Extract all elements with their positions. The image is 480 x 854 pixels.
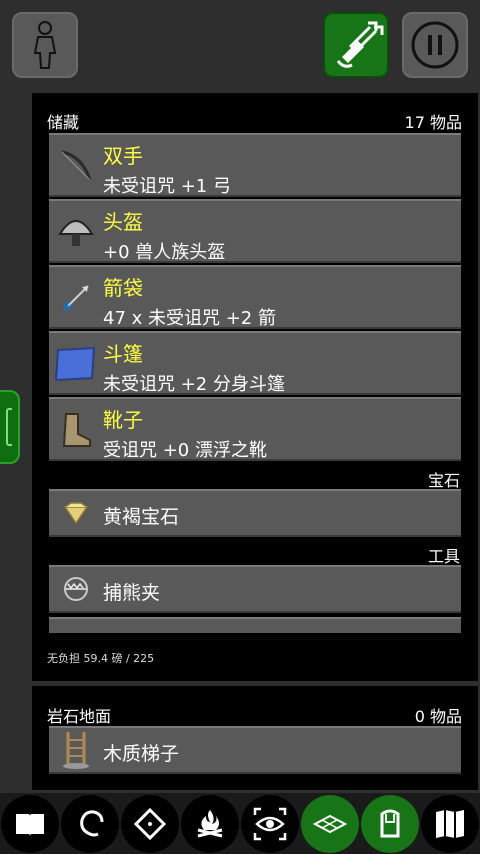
rune-icon: [134, 808, 166, 840]
pause-icon: [411, 21, 459, 69]
floor-icon: [313, 814, 347, 834]
slot-desc: 未受诅咒 +1 弓: [103, 176, 231, 197]
ground-item-name: 木质梯子: [103, 743, 180, 765]
ladder-icon: [53, 730, 99, 770]
map-button[interactable]: [421, 795, 479, 853]
rest-button[interactable]: [181, 795, 239, 853]
inventory-icon: [380, 809, 400, 838]
gem-item-row[interactable]: 黄褐宝石: [49, 489, 461, 537]
tool-item-name: 捕熊夹: [103, 582, 161, 604]
gem-section-header: 宝石: [427, 471, 460, 490]
ground-count: 0 物品: [414, 707, 462, 726]
slot-desc: 受诅咒 +0 漂浮之靴: [103, 440, 267, 461]
helmet-icon: [53, 209, 99, 255]
slot-desc: 未受诅咒 +2 分身斗篷: [103, 374, 285, 395]
arrow-icon: [53, 275, 99, 321]
equip-slot-hands[interactable]: 双手 未受诅咒 +1 弓: [49, 133, 461, 197]
inventory-header: 储藏: [47, 113, 80, 132]
side-drawer-handle[interactable]: [0, 390, 20, 464]
talk-icon: [80, 810, 104, 837]
rune-button[interactable]: [121, 795, 179, 853]
tool-item-row[interactable]: 捕熊夹: [49, 565, 461, 613]
inventory-count: 17 物品: [404, 113, 462, 132]
ground-item-row[interactable]: 木质梯子: [49, 726, 461, 774]
slot-desc: 47 x 未受诅咒 +2 箭: [103, 308, 276, 329]
slot-name: 头盔: [103, 210, 143, 234]
bottom-toolbar: [0, 793, 480, 854]
cloak-icon: [53, 341, 99, 387]
equip-slot-head[interactable]: 头盔 +0 兽人族头盔: [49, 199, 461, 263]
equip-slot-cloak[interactable]: 斗篷 未受诅咒 +2 分身斗篷: [49, 331, 461, 395]
slot-name: 靴子: [103, 408, 143, 432]
floor-button[interactable]: [301, 795, 359, 853]
gem-icon: [53, 493, 99, 533]
slot-name: 双手: [103, 144, 143, 168]
equip-slot-quiver[interactable]: 箭袋 47 x 未受诅咒 +2 箭: [49, 265, 461, 329]
pause-button[interactable]: [402, 12, 468, 78]
ground-header: 岩石地面: [47, 707, 112, 726]
slot-name: 斗篷: [103, 342, 143, 366]
person-icon: [33, 21, 57, 69]
character-button[interactable]: [12, 12, 78, 78]
inventory-button[interactable]: [361, 795, 419, 853]
book-icon: [16, 814, 44, 836]
slot-desc: +0 兽人族头盔: [103, 242, 226, 263]
slot-name: 箭袋: [103, 276, 143, 300]
boots-icon: [53, 407, 99, 453]
search-eye-icon: [253, 807, 287, 841]
tool-section-header: 工具: [427, 547, 460, 566]
gem-item-name: 黄褐宝石: [103, 506, 180, 528]
bow-icon: [53, 143, 99, 189]
list-item-partial[interactable]: [49, 617, 461, 633]
ground-panel: 岩石地面 0 物品 木质梯子: [32, 686, 478, 790]
inventory-panel: 储藏 17 物品 双手 未受诅咒 +1 弓 头盔 +0 兽人族头盔 箭袋 47 …: [32, 93, 478, 681]
campfire-icon: [197, 810, 223, 838]
bear-trap-icon: [53, 569, 99, 609]
weight-status: 无负担 59.4 磅 / 225: [47, 652, 155, 665]
search-button[interactable]: [241, 795, 299, 853]
equip-slot-feet[interactable]: 靴子 受诅咒 +0 漂浮之靴: [49, 397, 461, 461]
quiver-arrows-icon: [336, 21, 384, 68]
quick-quiver-button[interactable]: [323, 12, 389, 78]
journal-button[interactable]: [1, 795, 59, 853]
map-icon: [436, 810, 464, 838]
talk-button[interactable]: [61, 795, 119, 853]
